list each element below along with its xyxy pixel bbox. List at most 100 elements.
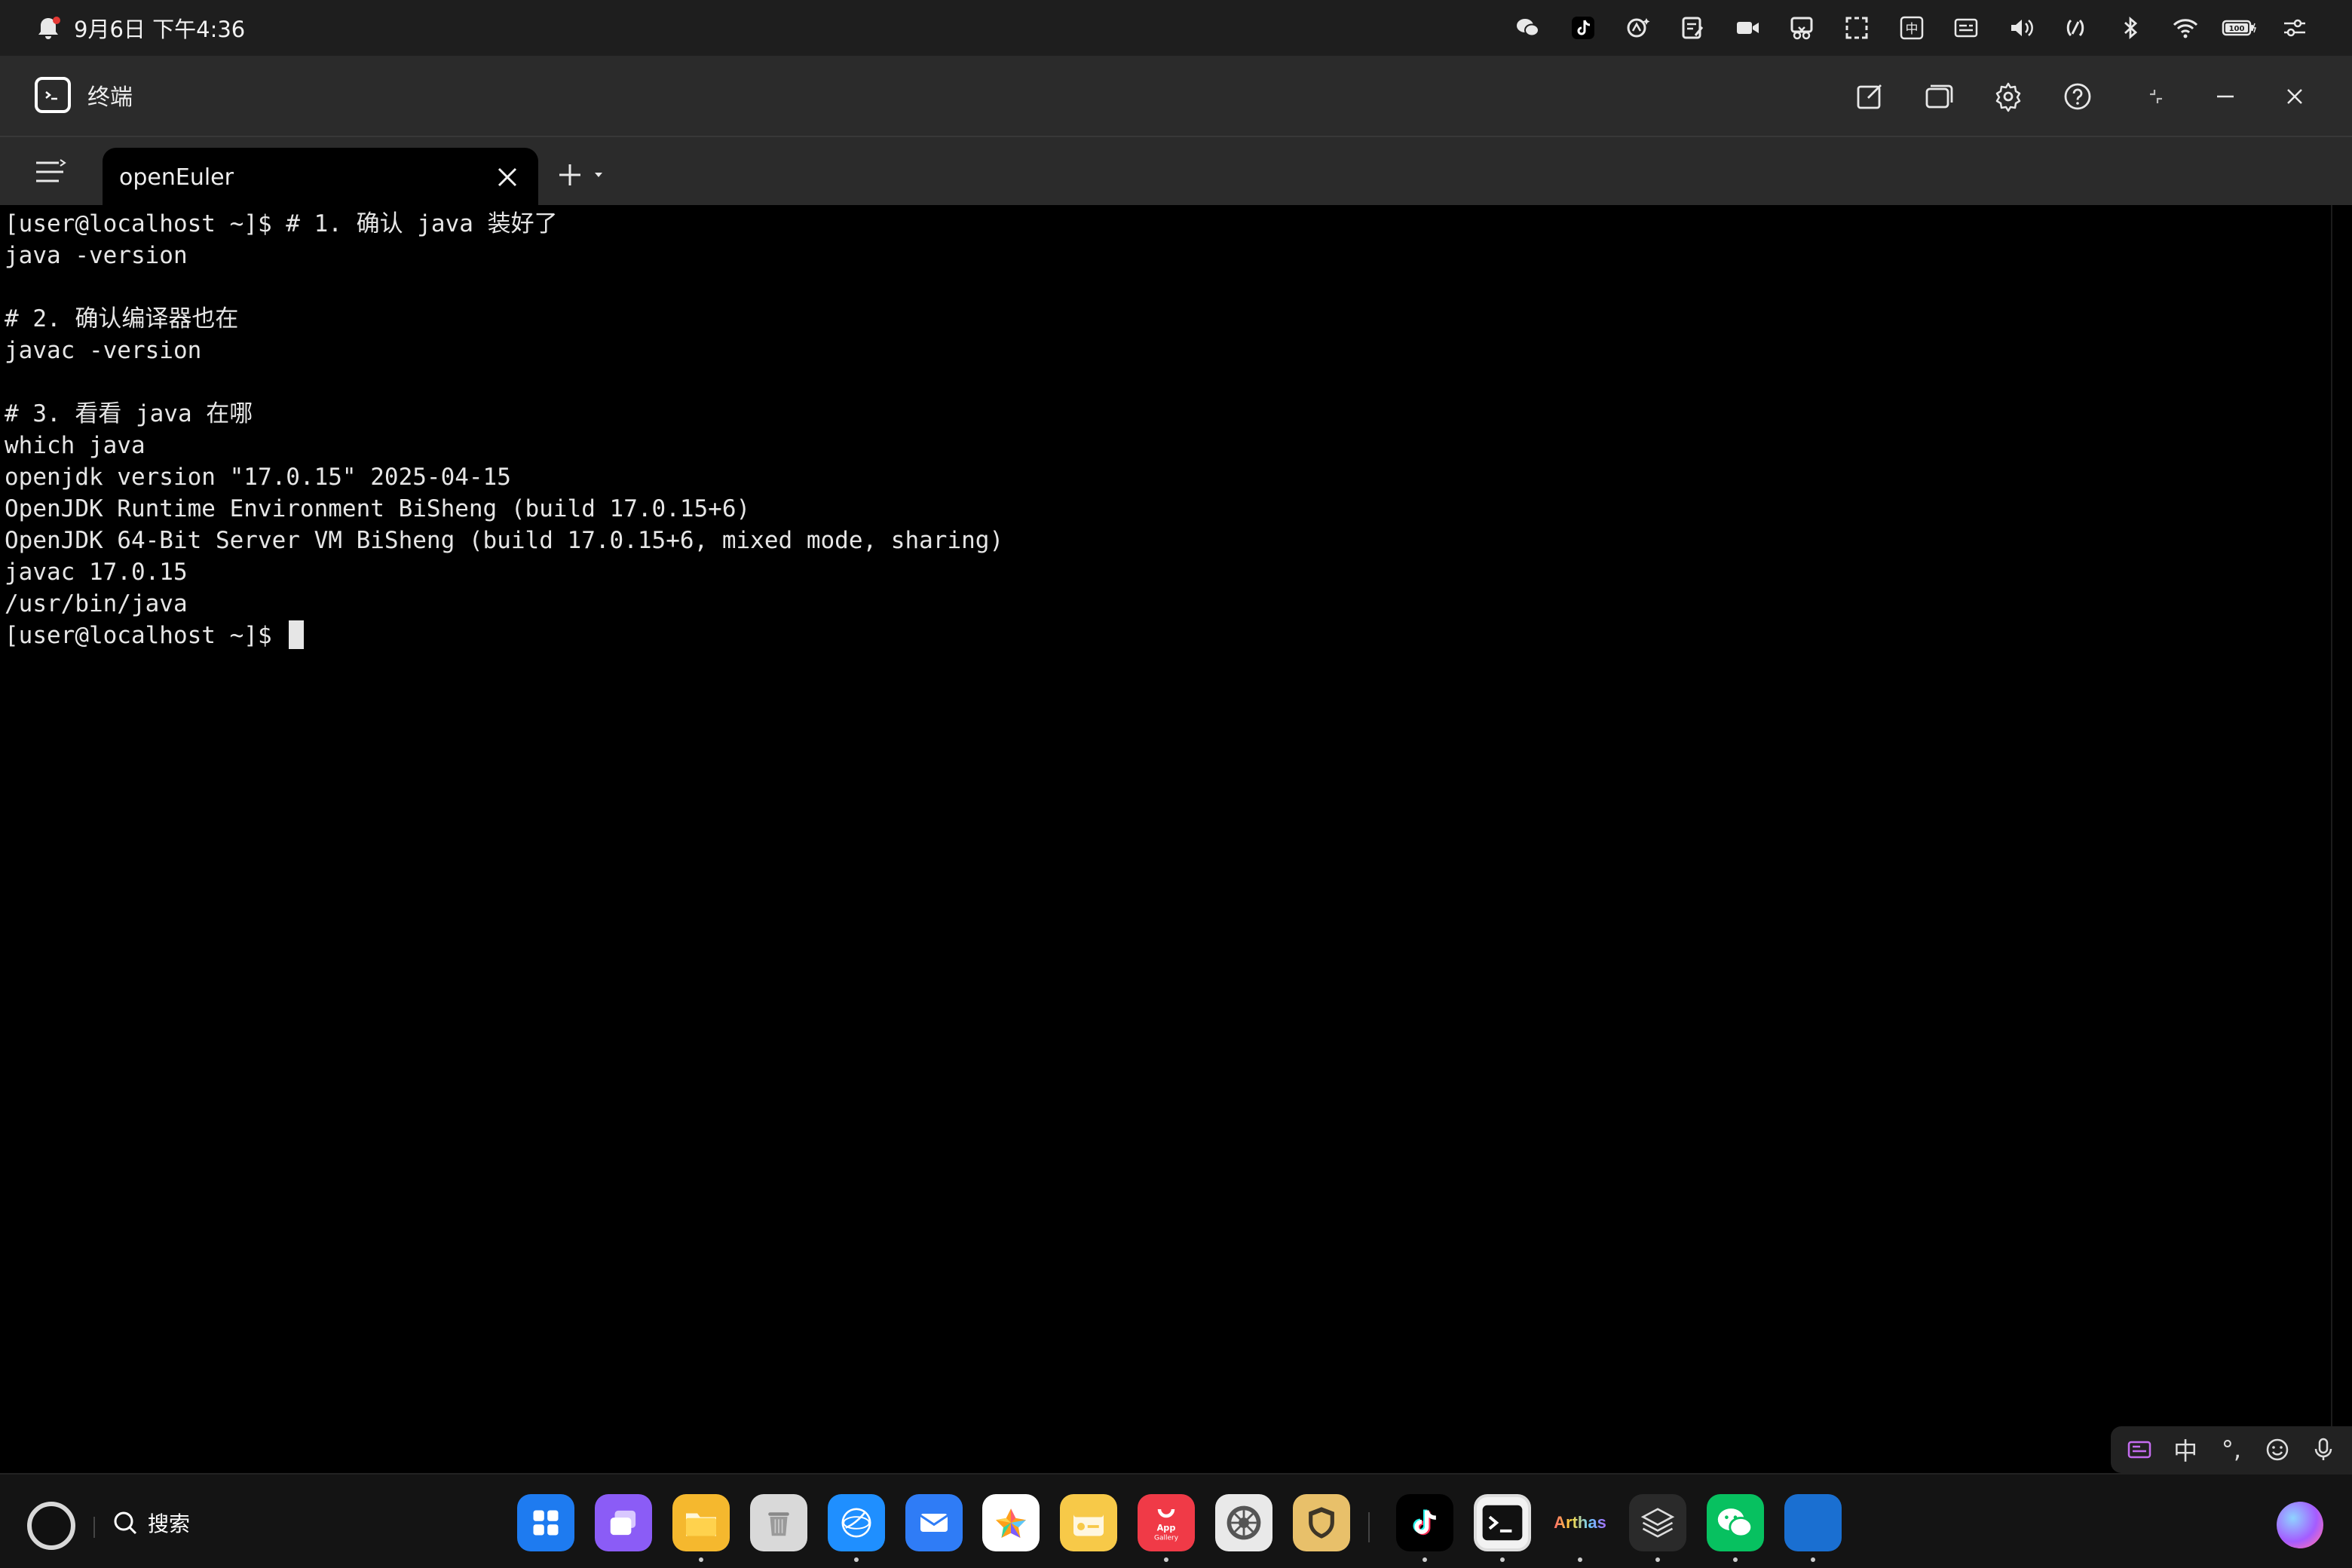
dock-app-app-gallery[interactable]: App Gallery: [1138, 1494, 1195, 1551]
dock-app-app-launcher[interactable]: [517, 1494, 574, 1551]
note-icon[interactable]: [1665, 11, 1720, 45]
window-mode-button[interactable]: [1904, 75, 1974, 118]
svg-text:Gallery: Gallery: [1154, 1535, 1179, 1542]
tiktok-icon[interactable]: [1556, 11, 1611, 45]
files-icon: [686, 1513, 716, 1536]
home-button[interactable]: [27, 1502, 75, 1550]
terminal-line: java -version: [5, 242, 188, 269]
dock-app-tiktok[interactable]: [1396, 1494, 1453, 1551]
system-settings-icon: [1227, 1505, 1261, 1540]
tab-close-icon[interactable]: [495, 164, 520, 190]
security-icon: [1309, 1507, 1334, 1539]
screenshot-icon[interactable]: [1775, 11, 1830, 45]
microphone-icon: [2314, 1438, 2332, 1460]
status-icons: 中 100: [1501, 11, 2322, 45]
new-window-button[interactable]: [1835, 75, 1904, 118]
svg-text:中: 中: [1905, 22, 1918, 37]
dock-app-notes[interactable]: [1060, 1494, 1117, 1551]
running-indicator: [1164, 1557, 1168, 1562]
help-button[interactable]: [2043, 75, 2112, 118]
running-indicator: [854, 1557, 859, 1562]
zh-input-icon[interactable]: 中: [1884, 11, 1939, 45]
chevron-down-icon[interactable]: [593, 169, 605, 181]
ime-voice-button[interactable]: [2302, 1431, 2344, 1468]
nfc-icon[interactable]: [2048, 11, 2103, 45]
tab-label: openEuler: [119, 164, 234, 191]
help-icon: [2064, 83, 2091, 110]
status-bar: 9月6日 下午4:36 中 100: [0, 0, 2352, 56]
ai-assist-icon[interactable]: [1610, 11, 1665, 45]
video-icon[interactable]: [1720, 11, 1775, 45]
screen-select-icon[interactable]: [1830, 11, 1885, 45]
tiktok-icon: [1413, 1509, 1437, 1536]
terminal-line: # 2. 确认编译器也在: [5, 305, 239, 332]
dock-app-wechat[interactable]: [1707, 1494, 1764, 1551]
minimize-icon: [2217, 95, 2234, 98]
close-icon: [2287, 89, 2302, 104]
dock-app-label: App: [1157, 1524, 1176, 1533]
terminal-line: openjdk version "17.0.15" 2025-04-15: [5, 464, 511, 491]
settings-button[interactable]: [1974, 75, 2043, 118]
restore-button[interactable]: [2121, 75, 2191, 118]
dock-app-trash[interactable]: [750, 1494, 807, 1551]
new-tab-button[interactable]: [555, 160, 615, 190]
terminal-line: javac -version: [5, 337, 202, 364]
svg-text:100: 100: [2229, 25, 2245, 33]
dock-search[interactable]: 搜索: [112, 1508, 190, 1538]
dock-app-gallery[interactable]: [982, 1494, 1040, 1551]
wechat-icon[interactable]: [1501, 11, 1556, 45]
dock-app-files[interactable]: [672, 1494, 730, 1551]
window-icon: [1925, 84, 1953, 109]
multitask-icon: [610, 1510, 636, 1536]
window-controls: [1835, 75, 2329, 118]
settings-toggle-icon[interactable]: [2267, 11, 2322, 45]
ime-chinese-toggle[interactable]: 中: [2164, 1431, 2207, 1468]
terminal-cursor: [289, 620, 305, 649]
ime-keyboard-button[interactable]: [2118, 1431, 2161, 1468]
gear-icon: [1995, 82, 2021, 112]
tab-list-menu-icon[interactable]: [33, 158, 66, 185]
subtitle-icon[interactable]: [1939, 11, 1994, 45]
running-indicator: [1733, 1557, 1738, 1562]
terminal-prompt: [user@localhost ~]$: [5, 622, 286, 649]
running-indicator: [1500, 1557, 1505, 1562]
dock-app-layers[interactable]: [1629, 1494, 1686, 1551]
notification-bell-icon[interactable]: [33, 14, 63, 44]
close-window-button[interactable]: [2260, 75, 2329, 118]
dock-app-multitask[interactable]: [595, 1494, 652, 1551]
window-titlebar: 终端: [0, 56, 2352, 136]
ime-punctuation-toggle[interactable]: °,: [2210, 1431, 2252, 1468]
wifi-icon[interactable]: [2158, 11, 2213, 45]
status-datetime: 9月6日 下午4:36: [74, 17, 246, 42]
emoji-icon: [2266, 1438, 2289, 1461]
plus-icon: [559, 164, 580, 185]
minimize-button[interactable]: [2191, 75, 2260, 118]
ime-emoji-button[interactable]: [2256, 1431, 2298, 1468]
dock-app-label: Arthas: [1554, 1513, 1606, 1532]
browser-icon: [841, 1508, 871, 1538]
app-gallery-icon: App Gallery: [1154, 1508, 1179, 1542]
dock-app-blue-app[interactable]: [1784, 1494, 1842, 1551]
bluetooth-icon[interactable]: [2103, 11, 2158, 45]
window-title: 终端: [87, 84, 133, 111]
dock-separator: [1368, 1512, 1370, 1542]
gallery-icon: [996, 1508, 1026, 1538]
dock-app-mail[interactable]: [905, 1494, 963, 1551]
search-label: 搜索: [148, 1511, 191, 1536]
running-indicator: [1423, 1557, 1427, 1562]
dock-app-terminal[interactable]: [1474, 1494, 1531, 1551]
volume-icon[interactable]: [1993, 11, 2048, 45]
running-indicator: [1655, 1557, 1660, 1562]
terminal-prompt-line[interactable]: [user@localhost ~]$: [5, 620, 2326, 651]
dock-app-security[interactable]: [1293, 1494, 1350, 1551]
terminal-scrollbar[interactable]: [2331, 205, 2352, 1473]
ai-assistant-icon[interactable]: [2277, 1502, 2323, 1548]
dock-app-arthas[interactable]: Arthas: [1551, 1494, 1609, 1551]
dock-app-browser[interactable]: [828, 1494, 885, 1551]
running-indicator: [1578, 1557, 1582, 1562]
running-indicator: [1811, 1557, 1815, 1562]
terminal-output[interactable]: [user@localhost ~]$ # 1. 确认 java 装好了 java…: [0, 205, 2331, 1473]
dock-app-system-settings[interactable]: [1215, 1494, 1272, 1551]
tab-openeuler[interactable]: openEuler: [103, 148, 538, 208]
terminal-app-icon: [35, 77, 71, 113]
